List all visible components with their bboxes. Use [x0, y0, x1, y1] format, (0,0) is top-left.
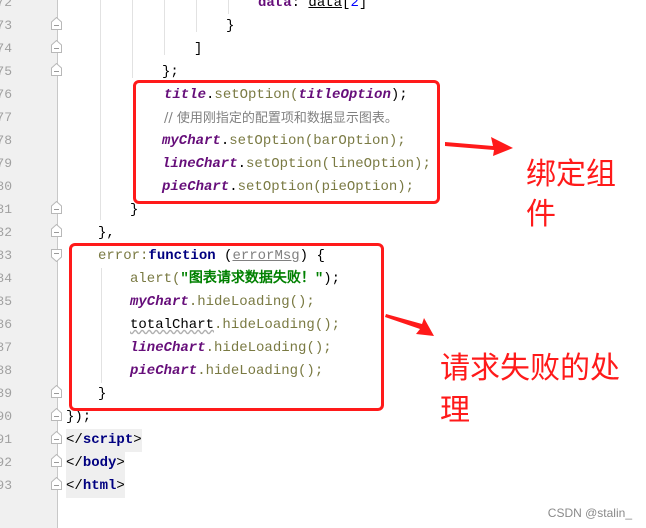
line-number: 76 [0, 87, 12, 102]
watermark: CSDN @stalin_ [547, 506, 632, 520]
indent-guide [228, 0, 229, 14]
gutter-divider [57, 0, 58, 528]
fold-end-icon[interactable] [51, 17, 62, 30]
line-number: 78 [0, 133, 12, 148]
indent-guide [100, 0, 101, 220]
code-line-82[interactable]: }, [98, 222, 115, 245]
annotation-bind-components-line2: 件 [526, 197, 556, 232]
code-line-73[interactable]: } [226, 15, 234, 38]
highlight-box-error [69, 243, 384, 411]
code-line-72[interactable]: data: data[2] [258, 0, 367, 15]
line-number: 81 [0, 202, 12, 217]
fold-end-icon[interactable] [51, 454, 62, 467]
fold-end-icon[interactable] [51, 385, 62, 398]
line-number: 90 [0, 409, 12, 424]
indent-guide [196, 0, 197, 32]
line-number: 72 [0, 0, 12, 10]
line-number: 73 [0, 18, 12, 33]
line-number: 85 [0, 294, 12, 309]
line-number: 83 [0, 248, 12, 263]
line-number: 91 [0, 432, 12, 447]
annotation-error-handling-line2: 理 [440, 393, 470, 428]
line-number: 88 [0, 363, 12, 378]
fold-end-icon[interactable] [51, 477, 62, 490]
line-number: 80 [0, 179, 12, 194]
fold-end-icon[interactable] [51, 63, 62, 76]
line-number: 77 [0, 110, 12, 125]
fold-end-icon[interactable] [51, 40, 62, 53]
indent-guide [132, 0, 133, 78]
highlight-box-bind [133, 80, 440, 204]
line-number: 82 [0, 225, 12, 240]
line-number: 79 [0, 156, 12, 171]
line-number: 92 [0, 455, 12, 470]
indent-guide [164, 0, 165, 55]
code-line-91[interactable]: </script> [66, 429, 142, 452]
fold-end-icon[interactable] [51, 408, 62, 421]
annotation-bind-components-line1: 绑定组 [526, 157, 616, 192]
arrow-right-icon [445, 137, 513, 156]
line-number: 74 [0, 41, 12, 56]
fold-end-icon[interactable] [51, 201, 62, 214]
line-number: 87 [0, 340, 12, 355]
fold-end-icon[interactable] [51, 431, 62, 444]
line-number-gutter [0, 0, 58, 528]
arrow-diagonal-icon [385, 314, 434, 336]
fold-end-icon[interactable] [51, 224, 62, 237]
line-number: 89 [0, 386, 12, 401]
code-line-92[interactable]: </body> [66, 452, 125, 475]
code-line-74[interactable]: ] [194, 38, 202, 61]
annotation-error-handling-line1: 请求失败的处 [440, 351, 620, 386]
line-number: 86 [0, 317, 12, 332]
fold-start-icon[interactable] [51, 249, 62, 262]
line-number: 84 [0, 271, 12, 286]
code-line-93[interactable]: </html> [66, 475, 125, 498]
line-number: 75 [0, 64, 12, 79]
line-number: 93 [0, 478, 12, 493]
